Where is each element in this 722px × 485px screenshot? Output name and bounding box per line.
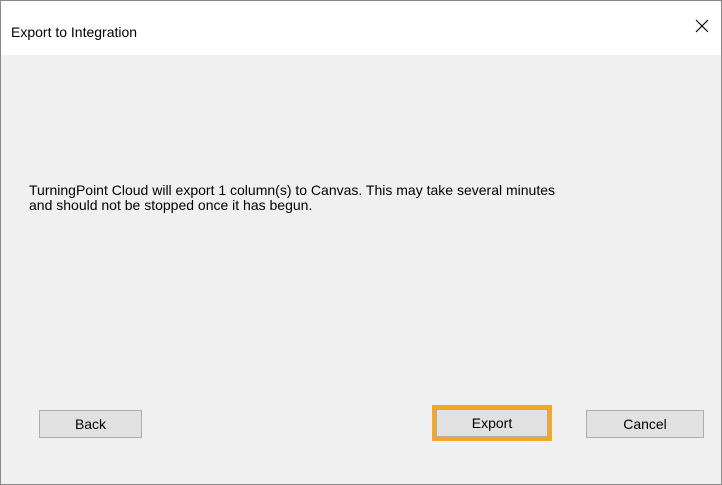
cancel-button[interactable]: Cancel (586, 410, 704, 438)
close-icon (695, 19, 709, 33)
export-dialog: Export to Integration TurningPoint Cloud… (0, 0, 722, 485)
close-button[interactable] (683, 9, 721, 43)
back-button[interactable]: Back (39, 410, 142, 438)
export-message: TurningPoint Cloud will export 1 column(… (29, 182, 555, 213)
window-title: Export to Integration (11, 24, 138, 40)
title-bar: Export to Integration (1, 1, 721, 55)
export-button[interactable]: Export (432, 405, 552, 441)
export-button-label: Export (436, 409, 548, 437)
